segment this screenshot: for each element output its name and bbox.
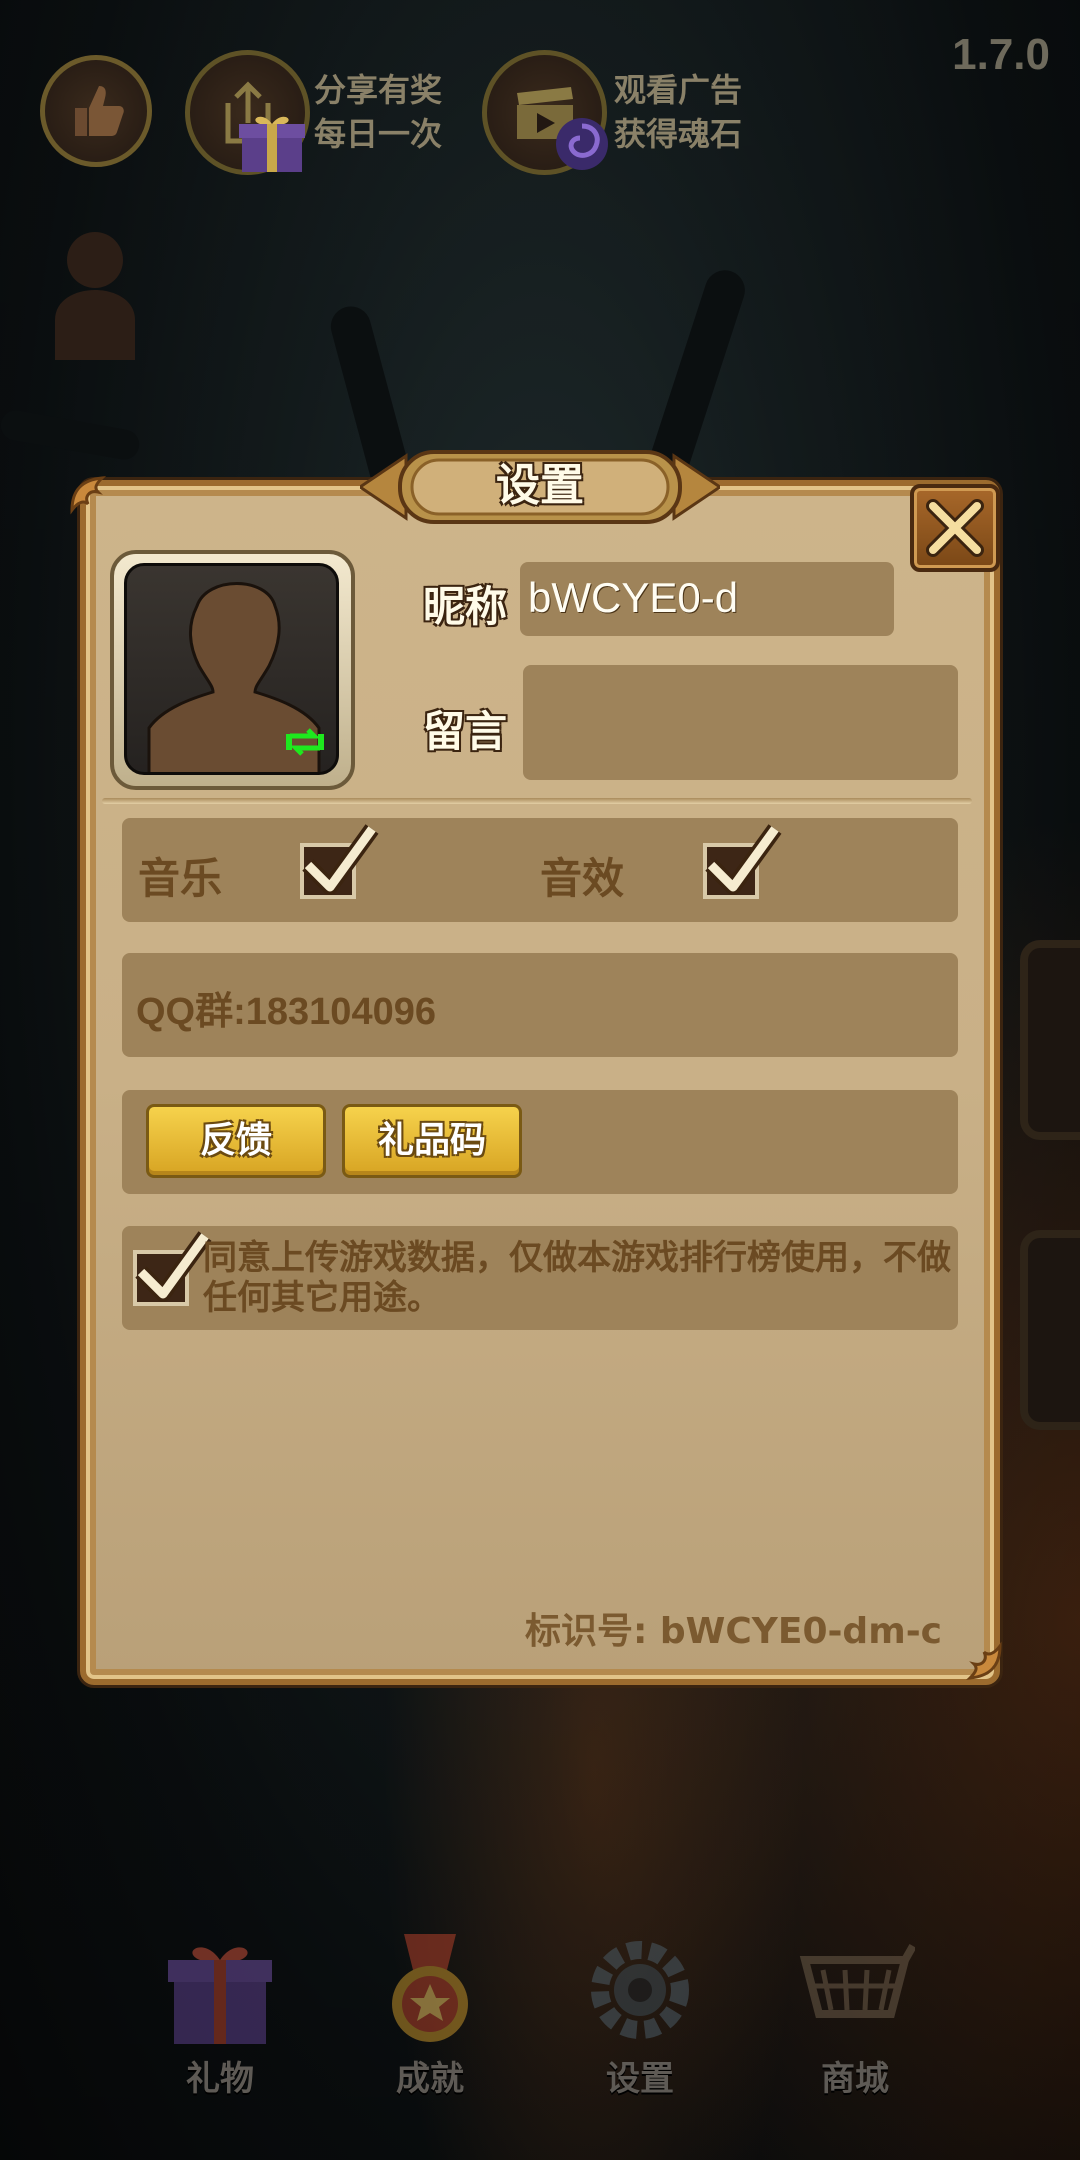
change-avatar-icon[interactable]	[284, 722, 326, 762]
message-label: 留言	[423, 707, 508, 756]
section-divider	[102, 798, 972, 804]
message-field[interactable]	[523, 665, 958, 780]
close-button[interactable]	[910, 484, 1000, 572]
agree-checkbox[interactable]	[133, 1231, 212, 1306]
nav-settings[interactable]: 设置	[560, 1930, 720, 2100]
nav-achievement-label: 成就	[396, 2059, 464, 2099]
version-label: 1.7.0	[952, 30, 1050, 79]
panel-title: 设置	[496, 460, 584, 511]
feedback-button[interactable]: 反馈	[146, 1104, 326, 1178]
gift-icon	[239, 116, 305, 172]
nav-shop-label: 商城	[821, 2059, 889, 2099]
agree-text: 同意上传游戏数据，仅做本游戏排行榜使用，不做任何其它用途。	[203, 1238, 951, 1318]
nickname-value: bWCYE0-d	[528, 574, 739, 621]
nickname-label: 昵称	[423, 582, 508, 631]
side-button-fragment-2	[1020, 1230, 1080, 1430]
checkmark-icon	[302, 824, 379, 895]
medal-icon	[392, 1934, 468, 2042]
like-button[interactable]	[40, 55, 152, 167]
gear-icon	[591, 1941, 689, 2039]
gift-icon	[168, 1947, 272, 2044]
soul-stone-icon	[556, 118, 608, 170]
nav-achievement[interactable]: 成就	[350, 1930, 510, 2100]
watch-ad-text: 观看广告 获得魂石	[614, 71, 743, 153]
close-icon	[926, 499, 984, 557]
music-checkbox[interactable]	[300, 824, 379, 899]
player-id-label: 标识号: bWCYE0-dm-c	[524, 1611, 942, 1652]
nav-gift[interactable]: 礼物	[140, 1930, 300, 2100]
thumbs-up-icon	[75, 86, 124, 136]
checkmark-icon	[135, 1231, 212, 1302]
cart-icon	[799, 1944, 915, 2018]
checkmark-icon	[705, 824, 782, 895]
gift-code-button[interactable]: 礼品码	[342, 1104, 522, 1178]
qq-group-text: QQ群:183104096	[136, 991, 436, 1033]
nav-gift-label: 礼物	[186, 2059, 254, 2099]
corner-ornament-icon	[965, 1641, 1002, 1680]
sfx-label: 音效	[540, 854, 625, 903]
corner-ornament-icon	[70, 476, 107, 515]
sfx-checkbox[interactable]	[703, 824, 782, 899]
profile-silhouette-icon[interactable]	[50, 220, 140, 360]
nav-settings-label: 设置	[606, 2059, 674, 2099]
side-button-fragment-1	[1020, 940, 1080, 1140]
nav-shop[interactable]: 商城	[775, 1930, 935, 2100]
share-reward-text: 分享有奖 每日一次	[314, 71, 443, 153]
music-label: 音乐	[138, 854, 223, 903]
